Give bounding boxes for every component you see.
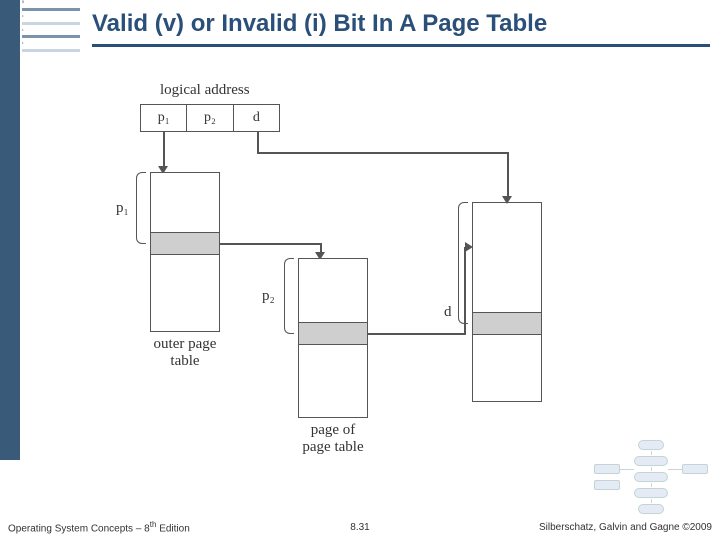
arrow-d-v1 [257,132,259,152]
p1-pointer-label: p₁ [116,200,129,217]
inner-row [299,259,367,323]
la-cell-p2: p₂ [187,105,233,131]
footer-left: Operating System Concepts – 8th Edition [8,520,190,534]
la-cell-d: d [234,105,279,131]
outer-page-table-caption: outer page table [138,336,232,370]
la-cell-p1: p₁ [141,105,187,131]
inner-row-selected [299,323,367,345]
arrow-d-head [502,196,512,204]
slide-footer: Operating System Concepts – 8th Edition … [0,514,720,540]
outer-row-selected [151,233,219,255]
inner-row [299,345,367,419]
d-pointer-label: d [444,304,452,321]
footer-right: Silberschatz, Galvin and Gagne ©2009 [539,522,712,533]
mem-row [473,335,541,403]
brace-p1 [136,172,146,244]
p2-pointer-label: p₂ [262,288,275,305]
outer-row [151,173,219,233]
mem-row-selected [473,313,541,335]
mem-row [473,203,541,313]
inner-page-table-caption: page of page table [286,422,380,456]
arrow-d-v2 [507,152,509,197]
brace-p2 [284,258,294,334]
footer-edition-suffix: Edition [156,523,189,534]
thumbnail-preview: 0 • • • [22,0,80,82]
footer-book-title: Operating System Concepts – 8 [8,523,150,534]
logical-address-label: logical address [160,82,250,99]
memory-frame [472,202,542,402]
outer-page-table [150,172,220,332]
footer-copyright: ©2009 [682,522,712,533]
background-watermark-flowchart [586,436,716,516]
paging-diagram: logical address p₁ p₂ d p₁ outer page ta… [60,72,670,472]
logical-address-box: p₁ p₂ d [140,104,280,132]
footer-authors: Silberschatz, Galvin and Gagne [539,522,682,533]
arrow-d-h [257,152,507,154]
slide-sidebar-strip [0,0,20,460]
inner-page-table [298,258,368,418]
brace-d [458,202,468,324]
outer-row [151,255,219,333]
arrow-inner-to-mem-h [368,333,464,335]
arrow-p1-down [163,132,165,167]
slide-title: Valid (v) or Invalid (i) Bit In A Page T… [92,10,710,47]
arrow-outer-to-inner-h [220,243,320,245]
